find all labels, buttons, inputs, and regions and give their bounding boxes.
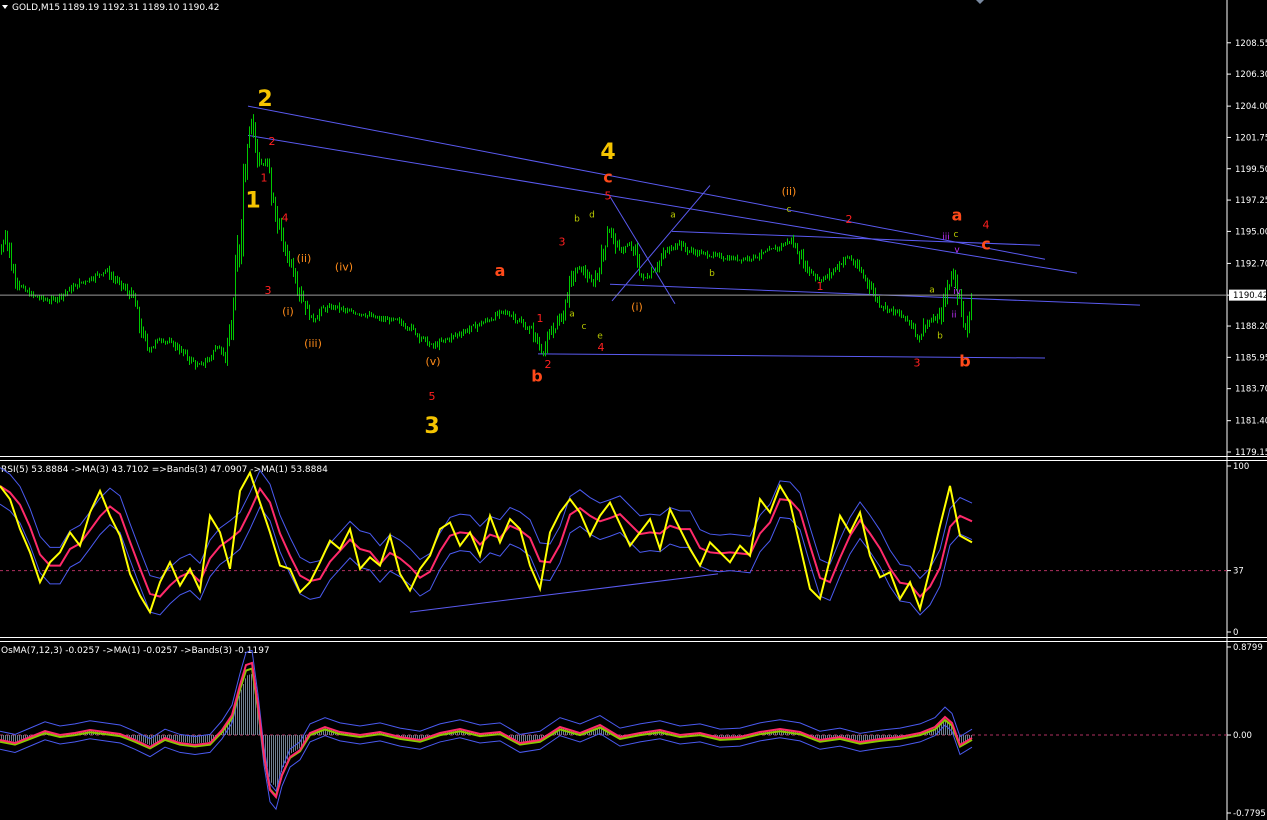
price-tick-label: 1192.70: [1235, 259, 1267, 269]
wave-label: 1: [261, 171, 268, 184]
wave-label: 2: [846, 213, 853, 226]
wave-label: a: [670, 210, 676, 220]
osma-header: OsMA(7,12,3) -0.0257 ->MA(1) -0.0257 ->B…: [1, 646, 270, 656]
wave-label: 4: [983, 219, 990, 232]
wave-label: a: [952, 205, 963, 224]
price-tick-label: 1201.75: [1235, 133, 1267, 143]
wave-label: 4: [282, 212, 289, 225]
wave-label: 4: [600, 140, 615, 165]
wave-label: 3: [914, 356, 921, 369]
price-tick-label: 1204.00: [1235, 102, 1267, 112]
wave-label: b: [709, 269, 715, 279]
rsi-tick-label: 0: [1233, 628, 1238, 638]
wave-label: a: [495, 261, 506, 280]
price-tick-label: 1199.50: [1235, 165, 1267, 175]
wave-label: c: [954, 230, 959, 240]
wave-label: a: [929, 286, 935, 296]
price-tick-label: 1183.70: [1235, 385, 1267, 395]
chart-background: [0, 0, 1267, 820]
osma-tick-label: 0.00: [1233, 731, 1252, 741]
chart-window: GOLD,M15 1189.19 1192.31 1189.10 1190.42…: [0, 0, 1267, 820]
wave-label: 4: [598, 341, 605, 354]
wave-label: 2: [545, 358, 552, 371]
wave-label: 2: [257, 87, 272, 112]
wave-label: 3: [559, 235, 566, 248]
price-tick-label: 1208.55: [1235, 39, 1267, 49]
price-tick-label: 1181.40: [1235, 417, 1267, 427]
rsi-tick-label: 100: [1233, 462, 1249, 472]
price-tick-label: 1185.95: [1235, 353, 1267, 363]
wave-label: (ii): [297, 252, 312, 265]
wave-label: 1: [537, 312, 544, 325]
price-tick-label: 1197.25: [1235, 196, 1267, 206]
price-tick-label: 1188.20: [1235, 322, 1267, 332]
rsi-tick-label: 37: [1233, 567, 1244, 577]
wave-label: e: [597, 332, 603, 342]
wave-label: ii: [951, 311, 956, 321]
wave-label: (ii): [782, 185, 797, 198]
wave-label: b: [937, 332, 943, 342]
wave-label: 2: [269, 135, 276, 148]
wave-label: d: [589, 210, 595, 220]
wave-label: c: [582, 322, 587, 332]
wave-label: 5: [429, 390, 436, 403]
wave-label: b: [531, 367, 542, 386]
wave-label: 5: [605, 189, 612, 202]
wave-label: c: [787, 205, 792, 215]
price-tick-label: 1195.00: [1235, 227, 1267, 237]
wave-label: c: [981, 234, 990, 253]
wave-label: b: [574, 215, 580, 225]
current-price-tag-label: 1190.42: [1233, 291, 1267, 301]
wave-label: (i): [282, 305, 294, 318]
rsi-header: RSI(5) 53.8884 ->MA(3) 43.7102 =>Bands(3…: [1, 465, 328, 475]
symbol-header: GOLD,M15: [12, 3, 60, 13]
wave-label: 1: [245, 189, 260, 214]
wave-label: b: [959, 351, 970, 370]
osma-tick-label: -0.7795: [1233, 809, 1266, 819]
wave-label: (iii): [304, 337, 322, 350]
wave-label: 3: [424, 414, 439, 439]
ohlc-readout: 1189.19 1192.31 1189.10 1190.42: [62, 3, 219, 13]
price-tick-label: 1206.30: [1235, 70, 1267, 80]
wave-label: (iv): [335, 260, 353, 273]
wave-label: iii: [942, 233, 950, 243]
wave-label: a: [569, 309, 575, 319]
price-tick-label: 1179.15: [1235, 448, 1267, 458]
wave-label: (i): [631, 301, 643, 314]
wave-label: c: [603, 168, 612, 187]
osma-tick-label: 0.8799: [1233, 643, 1263, 653]
wave-label: v: [954, 245, 960, 255]
wave-label: (v): [425, 355, 440, 368]
wave-label: 1: [817, 280, 824, 293]
